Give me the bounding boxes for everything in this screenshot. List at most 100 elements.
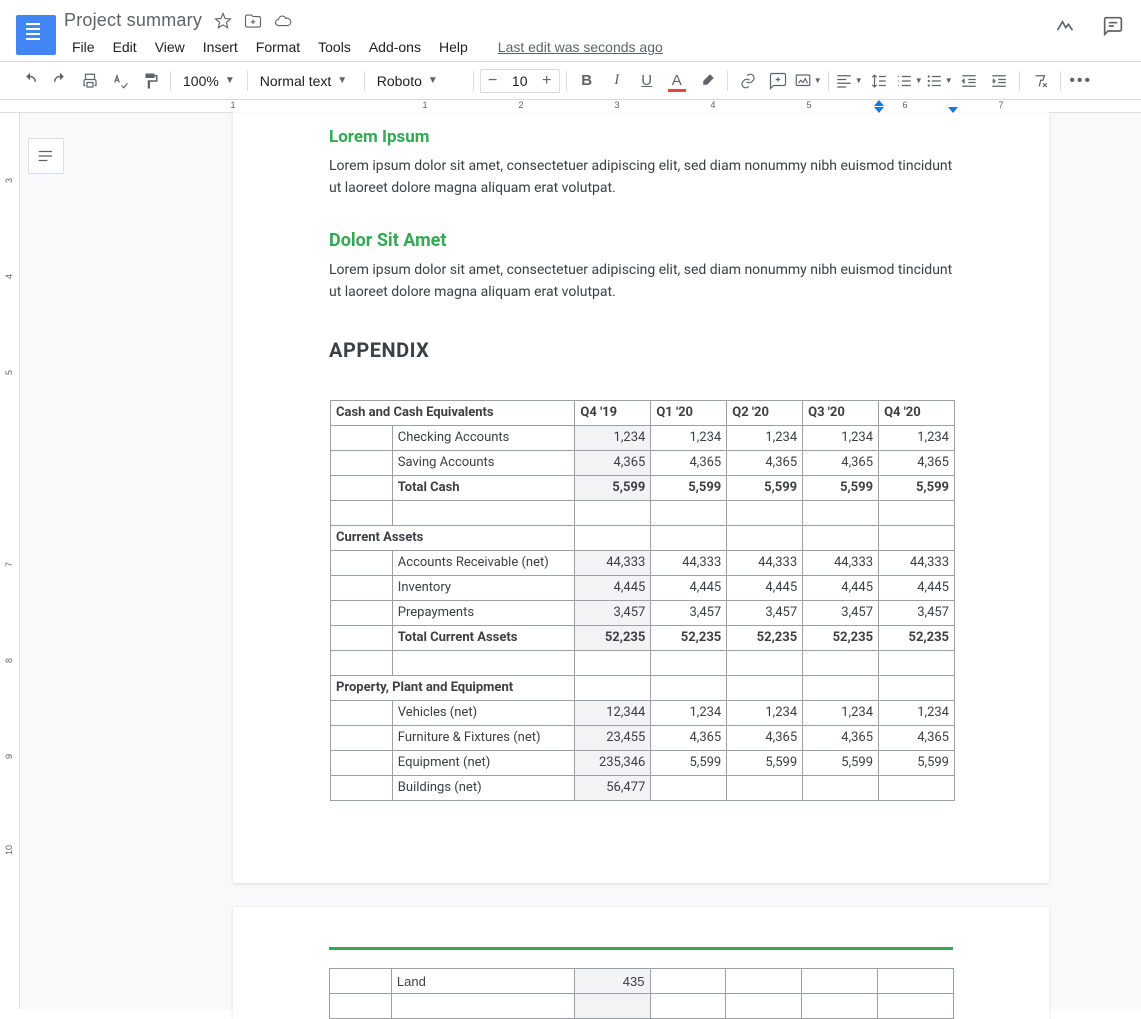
paragraph[interactable]: Lorem ipsum dolor sit amet, consectetuer…: [329, 259, 953, 304]
table-spacer[interactable]: [651, 650, 727, 675]
table-cell-value[interactable]: 1,234: [727, 700, 803, 725]
print-button[interactable]: [76, 67, 104, 95]
add-comment-button[interactable]: [764, 67, 792, 95]
table-row-label[interactable]: Land: [391, 969, 574, 994]
table-spacer[interactable]: [727, 500, 803, 525]
numbered-list-button[interactable]: ▼: [895, 67, 923, 95]
table-cell-value[interactable]: 1,234: [575, 425, 651, 450]
redo-button[interactable]: [46, 67, 74, 95]
spellcheck-button[interactable]: [106, 67, 134, 95]
table-cell-value[interactable]: 5,599: [651, 475, 727, 500]
table-cell-value[interactable]: 44,333: [575, 550, 651, 575]
menu-file[interactable]: File: [64, 35, 103, 59]
table-row-label[interactable]: Inventory: [392, 575, 575, 600]
undo-button[interactable]: [16, 67, 44, 95]
table-cell-value[interactable]: 3,457: [727, 600, 803, 625]
table-cell-value[interactable]: 1,234: [879, 425, 955, 450]
table-row-label[interactable]: Checking Accounts: [392, 425, 575, 450]
table-cell-empty[interactable]: [331, 425, 393, 450]
heading-dolor-sit-amet[interactable]: Dolor Sit Amet: [329, 230, 953, 251]
insert-image-button[interactable]: ▼: [794, 67, 822, 95]
table-cell-value[interactable]: 4,365: [727, 725, 803, 750]
decrease-font-size-button[interactable]: −: [481, 72, 505, 90]
table-spacer[interactable]: [879, 500, 955, 525]
table-column-header[interactable]: Q1 '20: [651, 400, 727, 425]
text-color-button[interactable]: A: [663, 67, 691, 95]
table-cell-empty[interactable]: [331, 725, 393, 750]
table-cell-value[interactable]: 3,457: [879, 600, 955, 625]
cloud-saved-icon[interactable]: [274, 12, 292, 30]
table-cell-empty[interactable]: [331, 475, 393, 500]
table-cell-value[interactable]: 52,235: [651, 625, 727, 650]
paint-format-button[interactable]: [136, 67, 164, 95]
table-spacer[interactable]: [879, 650, 955, 675]
table-cell-value[interactable]: 4,365: [651, 450, 727, 475]
table-cell-value[interactable]: 44,333: [727, 550, 803, 575]
table-cell-empty[interactable]: [727, 675, 803, 700]
align-button[interactable]: ▼: [835, 67, 863, 95]
table-row-label[interactable]: Total Current Assets: [392, 625, 575, 650]
table-cell-empty[interactable]: [651, 675, 727, 700]
table-cell-empty[interactable]: [803, 525, 879, 550]
table-spacer[interactable]: [331, 650, 393, 675]
table-row-label[interactable]: Buildings (net): [392, 775, 575, 800]
vertical-ruler[interactable]: 3 4 5 7 8 9 10: [0, 113, 20, 1009]
table-cell-value[interactable]: 1,234: [803, 700, 879, 725]
table-section-head[interactable]: Property, Plant and Equipment: [331, 675, 575, 700]
table-cell-empty[interactable]: [726, 994, 802, 1019]
table-row-label[interactable]: Equipment (net): [392, 750, 575, 775]
highlight-color-button[interactable]: [693, 67, 721, 95]
document-title[interactable]: Project summary: [64, 10, 202, 31]
table-cell-empty[interactable]: [574, 994, 650, 1019]
table-spacer[interactable]: [727, 650, 803, 675]
table-cell-value[interactable]: 1,234: [727, 425, 803, 450]
table-cell-value[interactable]: 1,234: [879, 700, 955, 725]
table-cell-empty[interactable]: [879, 675, 955, 700]
table-cell-value[interactable]: 4,445: [879, 575, 955, 600]
table-column-header[interactable]: Q3 '20: [803, 400, 879, 425]
comment-icon[interactable]: [1101, 14, 1125, 38]
table-cell-empty[interactable]: [651, 525, 727, 550]
horizontal-ruler[interactable]: 1 1 2 3 4 5 6 7: [0, 100, 1141, 113]
table-spacer[interactable]: [803, 650, 879, 675]
table-cell-value[interactable]: 3,457: [651, 600, 727, 625]
table-cell-value[interactable]: 3,457: [803, 600, 879, 625]
table-cell-value[interactable]: 5,599: [803, 475, 879, 500]
table-spacer[interactable]: [651, 500, 727, 525]
table-cell-value[interactable]: 52,235: [575, 625, 651, 650]
table-row-label[interactable]: Accounts Receivable (net): [392, 550, 575, 575]
menu-help[interactable]: Help: [431, 35, 476, 59]
table-cell-empty[interactable]: [331, 550, 393, 575]
table-cell-empty[interactable]: [331, 700, 393, 725]
table-column-header[interactable]: Q2 '20: [727, 400, 803, 425]
document-page[interactable]: Lorem Ipsum Lorem ipsum dolor sit amet, …: [233, 113, 1049, 883]
clear-formatting-button[interactable]: [1026, 67, 1054, 95]
financial-table[interactable]: Cash and Cash EquivalentsQ4 '19Q1 '20Q2 …: [330, 400, 955, 801]
table-spacer[interactable]: [575, 650, 651, 675]
table-cell-value[interactable]: 5,599: [575, 475, 651, 500]
table-cell-empty[interactable]: [727, 525, 803, 550]
table-row-label[interactable]: Total Cash: [392, 475, 575, 500]
table-spacer[interactable]: [392, 500, 575, 525]
heading-lorem-ipsum[interactable]: Lorem Ipsum: [329, 127, 953, 147]
increase-indent-button[interactable]: [985, 67, 1013, 95]
financial-table-continued[interactable]: Land435: [329, 968, 954, 1019]
table-cell-value[interactable]: 12,344: [575, 700, 651, 725]
table-cell-value[interactable]: [727, 775, 803, 800]
table-cell-empty[interactable]: [802, 994, 878, 1019]
table-row-label[interactable]: Saving Accounts: [392, 450, 575, 475]
decrease-indent-button[interactable]: [955, 67, 983, 95]
table-cell-empty[interactable]: [575, 675, 651, 700]
table-cell-value[interactable]: 44,333: [879, 550, 955, 575]
paragraph-style-select[interactable]: Normal text▼: [254, 67, 358, 95]
table-cell-empty[interactable]: [330, 969, 392, 994]
first-line-indent-marker[interactable]: [874, 100, 884, 106]
table-spacer[interactable]: [331, 500, 393, 525]
docs-logo-icon[interactable]: [16, 15, 56, 55]
table-column-header[interactable]: Q4 '20: [879, 400, 955, 425]
table-spacer[interactable]: [392, 650, 575, 675]
table-cell-empty[interactable]: [879, 525, 955, 550]
increase-font-size-button[interactable]: +: [535, 72, 559, 90]
table-cell-empty[interactable]: [575, 525, 651, 550]
table-cell-value[interactable]: 4,365: [575, 450, 651, 475]
